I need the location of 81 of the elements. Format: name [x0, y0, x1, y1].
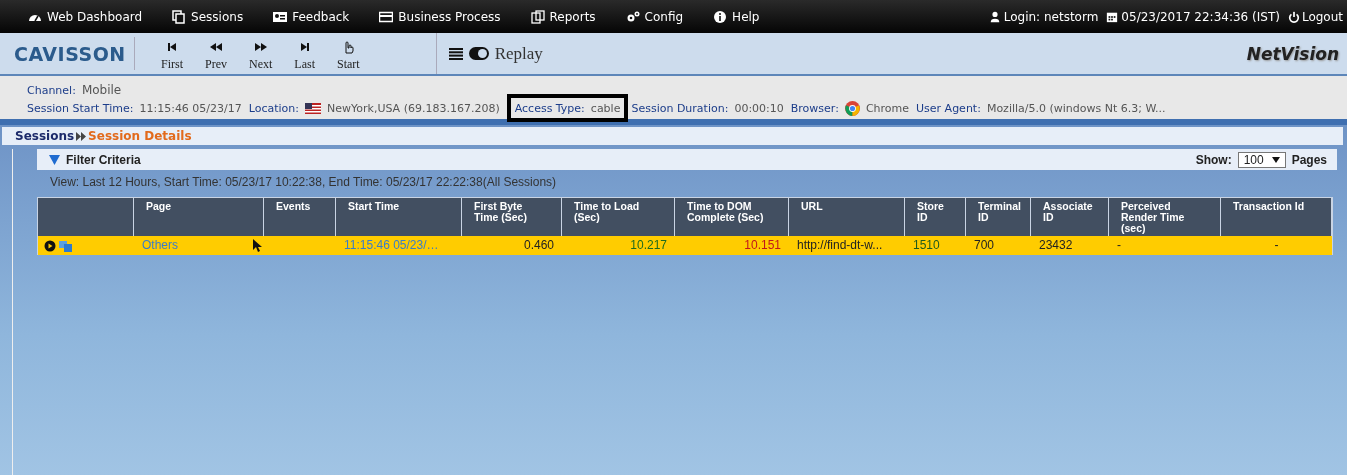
replay-label[interactable]: Replay: [494, 43, 543, 64]
menu-item[interactable]: Feedback: [273, 9, 350, 24]
field-value: 11:15:46 05/23/17: [139, 101, 242, 115]
skip-back-icon: [165, 40, 179, 54]
column-header: Events: [264, 198, 336, 236]
login-text: Login: netstorm: [1003, 9, 1099, 24]
table-cell-text: 0.460: [522, 237, 554, 254]
table-cell-text: 10.151: [743, 237, 781, 254]
menu-item[interactable]: Business Process: [379, 9, 501, 24]
field-label: Channel:: [27, 83, 76, 97]
table-cell-text: http://find-dt-w...: [797, 237, 884, 254]
table-cell-text: 700: [974, 237, 996, 254]
rewind-icon: [209, 40, 223, 54]
show-label: Show:: [1195, 152, 1232, 167]
cursor-icon: [253, 239, 262, 252]
card-icon: [379, 9, 394, 24]
menu-item[interactable]: Sessions: [172, 9, 244, 24]
pages-label: Pages: [1291, 152, 1327, 167]
table-cell-text: -: [1117, 237, 1122, 254]
menu-item[interactable]: Reports: [530, 9, 596, 24]
product-name: NetVision: [1246, 43, 1340, 64]
field-label: Location:: [248, 101, 299, 115]
logo-text: CAVISSON: [0, 37, 135, 70]
caret-down-icon[interactable]: [49, 154, 60, 165]
play-icon[interactable]: [44, 239, 56, 252]
field-value: NewYork,USA (69.183.167.208): [327, 101, 500, 115]
column-header: Associate ID: [1031, 198, 1109, 236]
column-header: Transaction Id: [1221, 198, 1332, 236]
field-value: Mobile: [81, 83, 122, 97]
field-value: 00:00:10: [734, 101, 784, 115]
table-cell-text: -: [1273, 237, 1280, 254]
nav-button[interactable]: Start: [331, 33, 366, 74]
field-value: Chrome: [865, 101, 910, 115]
nav-button[interactable]: First: [155, 33, 189, 74]
table-cell-text: 1510: [913, 237, 941, 254]
field-label: User Agent:: [916, 101, 981, 115]
chrome-icon: [844, 100, 860, 116]
power-icon: [1287, 9, 1300, 24]
table-cell-text: 10.217: [629, 237, 667, 254]
column-header: Perceived Render Time (sec): [1109, 198, 1221, 236]
nav-button[interactable]: Next: [243, 33, 279, 74]
field-label: Session Start Time:: [27, 101, 134, 115]
column-header: Time to Load (Sec): [562, 198, 675, 236]
datetime-text: 05/23/2017 22:34:36 (IST): [1121, 9, 1280, 24]
logout-button[interactable]: Logout: [1287, 9, 1343, 24]
breadcrumb-link[interactable]: Sessions: [15, 129, 75, 143]
table-row[interactable]: Others 11:15:46 05/23/… 0.460 10.217 10.151 http://find-dt-w... 1510 700 23432 - -: [38, 236, 1332, 255]
menu-item[interactable]: Web Dashboard: [28, 9, 143, 24]
field-label: Session Duration:: [631, 101, 729, 115]
gears-icon: [625, 9, 640, 24]
column-header: URL: [789, 198, 905, 236]
breadcrumb-current: Session Details: [88, 129, 192, 143]
info-icon: [713, 9, 728, 24]
section-title[interactable]: Filter Criteria: [66, 152, 141, 167]
double-chevron-icon: [76, 131, 87, 141]
page-size-dropdown[interactable]: 100: [1237, 151, 1286, 168]
field-label: Access Type:: [514, 101, 585, 115]
field-value: Mozilla/5.0 (windows Nt 6.3; W...: [986, 101, 1166, 115]
nav-button[interactable]: Prev: [199, 33, 233, 74]
table-cell-text: 23432: [1039, 237, 1074, 254]
menu-icon[interactable]: [448, 47, 463, 60]
nav-button[interactable]: Last: [288, 33, 321, 74]
column-header: Terminal ID: [966, 198, 1031, 236]
view-summary: View: Last 12 Hours, Start Time: 05/23/17 10:22:38, End Time: 05/23/17 22:22:38(All Sessions): [49, 174, 558, 191]
caret-icon: [1271, 156, 1280, 163]
column-header: Start Time: [336, 198, 462, 236]
user-icon: [988, 9, 1001, 24]
column-header: Store ID: [905, 198, 966, 236]
flag-icon: [305, 102, 321, 114]
column-header: Page: [134, 198, 264, 236]
id-card-icon: [273, 9, 288, 24]
toggle-icon[interactable]: [468, 47, 489, 60]
copy-icon: [172, 9, 187, 24]
field-value: cable: [590, 101, 621, 115]
documents-icon: [530, 9, 545, 24]
fast-forward-icon: [253, 40, 268, 54]
column-header: Time to DOM Complete (Sec): [675, 198, 789, 236]
column-header: First Byte Time (Sec): [462, 198, 562, 236]
menu-item[interactable]: Help: [713, 9, 760, 24]
field-label: Browser:: [790, 101, 839, 115]
menu-item[interactable]: Config: [625, 9, 684, 24]
